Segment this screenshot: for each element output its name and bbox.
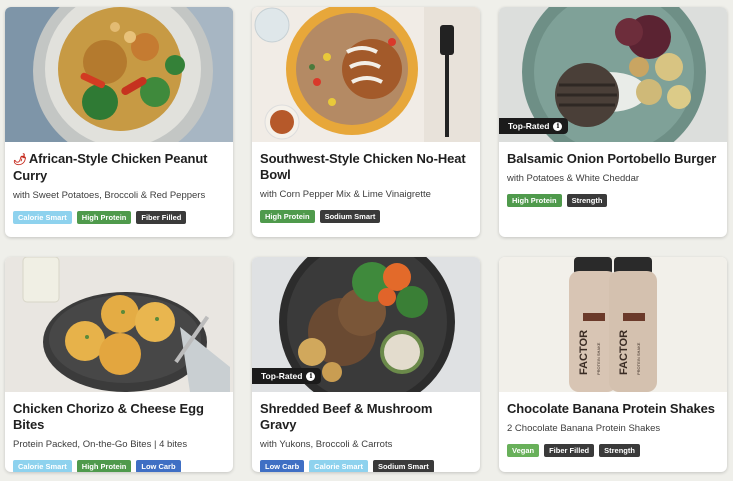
meal-image[interactable] <box>252 7 480 142</box>
tag-list: High Protein Strength <box>507 194 719 207</box>
tag-strength: Strength <box>566 194 608 207</box>
meal-subtitle: Protein Packed, On-the-Go Bites | 4 bite… <box>13 439 188 450</box>
meal-subtitle: with Yukons, Broccoli & Carrots <box>260 439 393 450</box>
tag-calorie-smart: Calorie Smart <box>13 211 72 224</box>
tag-high-protein: High Protein <box>507 194 562 207</box>
meal-subtitle: with Sweet Potatoes, Broccoli & Red Pepp… <box>13 190 206 201</box>
meal-image[interactable]: Top-Rated i <box>499 7 727 142</box>
tag-list: Calorie Smart High Protein Fiber Filled <box>13 211 225 224</box>
tag-high-protein: High Protein <box>76 211 132 224</box>
meal-card-african-chicken-curry[interactable]: 🌶 African-Style Chicken Peanut Curry with… <box>5 7 233 237</box>
info-icon[interactable]: i <box>553 121 563 131</box>
meal-card-chicken-chorizo-egg-bites[interactable]: Chicken Chorizo & Cheese Egg Bites Prote… <box>5 257 233 472</box>
tag-list: Low Carb Calorie Smart Sodium Smart <box>260 460 472 472</box>
svg-text:PROTEIN SHAKE: PROTEIN SHAKE <box>596 342 601 375</box>
meal-card-chocolate-banana-protein-shakes[interactable]: FACTOR FACTOR PROTEIN SHAKE PROTEIN SHAK… <box>499 257 727 472</box>
tag-sodium-smart: Sodium Smart <box>372 460 434 472</box>
top-rated-badge[interactable]: Top-Rated i <box>499 118 569 134</box>
meal-image[interactable] <box>5 257 233 392</box>
svg-text:FACTOR: FACTOR <box>578 330 590 375</box>
meal-image[interactable]: FACTOR FACTOR PROTEIN SHAKE PROTEIN SHAK… <box>499 257 727 392</box>
tag-high-protein: High Protein <box>260 210 315 223</box>
meal-card-shredded-beef-mushroom-gravy[interactable]: Top-Rated i Shredded Beef & Mushroom Grav… <box>252 257 480 472</box>
meal-subtitle: 2 Chocolate Banana Protein Shakes <box>507 423 661 434</box>
chili-pepper-icon: 🌶 <box>13 154 27 166</box>
meal-card-balsamic-portobello-burger[interactable]: Top-Rated i Balsamic Onion Portobello Bur… <box>499 7 727 237</box>
tag-fiber-filled: Fiber Filled <box>136 211 187 224</box>
meal-title[interactable]: 🌶 African-Style Chicken Peanut Curry <box>13 151 225 184</box>
tag-list: Vegan Fiber Filled Strength <box>507 444 719 457</box>
tag-strength: Strength <box>599 444 640 457</box>
meal-title[interactable]: Chocolate Banana Protein Shakes <box>507 401 719 417</box>
meal-image[interactable]: Top-Rated i <box>252 257 480 392</box>
tag-low-carb: Low Carb <box>260 460 305 472</box>
top-rated-badge[interactable]: Top-Rated i <box>252 368 322 384</box>
meal-title[interactable]: Shredded Beef & Mushroom Gravy <box>260 401 472 433</box>
meal-grid: 🌶 African-Style Chicken Peanut Curry with… <box>5 7 727 472</box>
tag-vegan: Vegan <box>507 444 540 457</box>
meal-card-southwest-chicken-bowl[interactable]: Southwest-Style Chicken No-Heat Bowl wit… <box>252 7 480 237</box>
tag-low-carb: Low Carb <box>136 460 181 472</box>
svg-text:PROTEIN SHAKE: PROTEIN SHAKE <box>636 342 641 375</box>
meal-subtitle: with Potatoes & White Cheddar <box>507 173 640 184</box>
svg-text:FACTOR: FACTOR <box>618 330 630 375</box>
tag-high-protein: High Protein <box>76 460 132 472</box>
tag-fiber-filled: Fiber Filled <box>544 444 595 457</box>
info-icon[interactable]: i <box>306 371 316 381</box>
meal-subtitle: with Corn Pepper Mix & Lime Vinaigrette <box>260 189 431 200</box>
meal-title[interactable]: Chicken Chorizo & Cheese Egg Bites <box>13 401 225 433</box>
tag-sodium-smart: Sodium Smart <box>319 210 381 223</box>
tag-list: Calorie Smart High Protein Low Carb <box>13 460 225 472</box>
meal-image[interactable] <box>5 7 233 142</box>
meal-title[interactable]: Balsamic Onion Portobello Burger <box>507 151 719 167</box>
tag-calorie-smart: Calorie Smart <box>309 460 368 472</box>
meal-title[interactable]: Southwest-Style Chicken No-Heat Bowl <box>260 151 472 183</box>
tag-list: High Protein Sodium Smart <box>260 210 472 223</box>
tag-calorie-smart: Calorie Smart <box>13 460 72 472</box>
